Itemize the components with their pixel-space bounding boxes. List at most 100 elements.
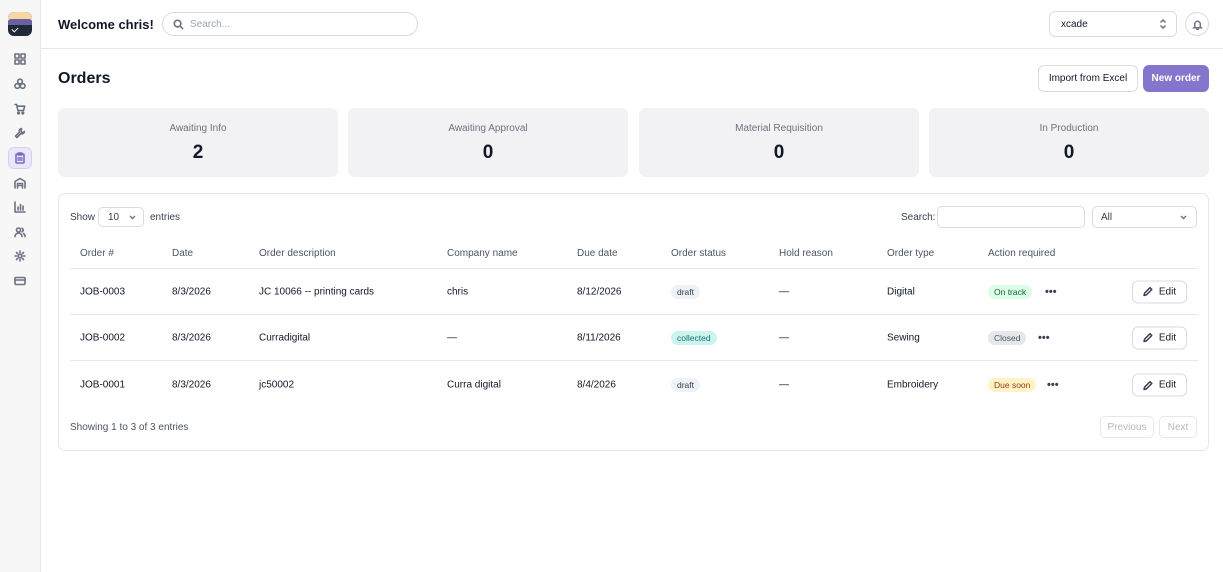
nav-billing[interactable] [8,270,32,292]
pencil-icon [1143,380,1153,390]
pencil-icon [1143,332,1153,343]
cell-order: JOB-0003 [80,286,126,297]
products-icon [14,78,26,90]
stat-label: Material Requisition [735,123,823,134]
stat-label: Awaiting Info [169,123,227,134]
more-actions-icon[interactable]: ••• [1047,379,1059,391]
chevron-down-icon [129,215,136,219]
edit-label: Edit [1158,332,1177,343]
table-row[interactable]: JOB-0001 8/3/2026 jc50002 Curra digital … [70,362,1198,408]
column-header-order-type[interactable]: Order type [887,248,934,259]
table-search-label: Search: [901,212,936,223]
credit-card-icon [14,276,26,286]
global-search-input[interactable] [190,18,410,30]
cell-order: JOB-0001 [80,379,126,391]
column-header-action-required[interactable]: Action required [988,248,1055,259]
stat-value: 0 [1063,142,1075,163]
edit-button[interactable]: Edit [1132,373,1187,397]
pencil-icon [1143,286,1153,297]
cell-order-type: Embroidery [887,379,939,391]
status-badge: collected [671,330,717,345]
more-actions-icon[interactable]: ••• [1045,286,1057,298]
stat-card-awaiting-approval[interactable]: Awaiting Approval 0 [348,108,628,177]
nav-settings[interactable] [8,245,32,267]
column-header-description[interactable]: Order description [259,248,336,259]
cell-hold-reason: — [779,286,789,297]
app-logo[interactable] [8,12,32,36]
status-filter-select[interactable]: All [1092,206,1197,228]
orders-table-panel: Show 10 entries Search: All Order # Date… [58,193,1209,451]
pagination-info: Showing 1 to 3 of 3 entries [70,422,189,433]
action-badge: Due soon [988,378,1037,392]
chevron-down-icon [1180,215,1187,219]
status-filter-value: All [1101,211,1113,223]
cell-due-date: 8/11/2026 [577,332,621,343]
cell-description: jc50002 [259,379,295,391]
cell-company: Curra digital [447,379,501,391]
entries-label: entries [150,212,181,223]
org-select[interactable]: xcade [1049,11,1177,37]
cell-description: JC 10066 -- printing cards [259,286,375,297]
import-excel-button[interactable]: Import from Excel [1038,65,1138,92]
chevron-up-down-icon [1159,19,1167,29]
cell-order-type: Digital [887,286,915,297]
cell-company: chris [447,286,469,297]
column-header-hold-reason[interactable]: Hold reason [779,248,833,259]
edit-label: Edit [1158,286,1177,297]
nav-products[interactable] [8,73,32,95]
entries-select[interactable]: 10 [98,207,144,227]
wrench-icon [14,127,26,139]
stat-card-awaiting-info[interactable]: Awaiting Info 2 [58,108,338,177]
table-search-input[interactable] [937,206,1085,228]
previous-page-button[interactable]: Previous [1100,416,1154,438]
cell-hold-reason: — [779,332,789,343]
cart-icon [14,103,26,115]
edit-label: Edit [1158,379,1177,391]
nav-reports[interactable] [8,196,32,218]
nav-cart[interactable] [8,98,32,120]
cell-date: 8/3/2026 [172,379,211,391]
cell-description: Curradigital [259,332,311,343]
action-badge: Closed [988,330,1027,345]
nav-orders[interactable] [8,147,32,169]
status-badge: draft [671,378,701,392]
action-badge: On track [988,284,1033,299]
show-label: Show [70,212,96,223]
edit-button[interactable]: Edit [1132,326,1187,349]
nav-tools[interactable] [8,122,32,144]
table-row[interactable]: JOB-0002 8/3/2026 Curradigital — 8/11/20… [70,315,1198,361]
users-icon [14,227,26,238]
column-header-date[interactable]: Date [172,248,193,259]
nav-dashboard[interactable] [8,48,32,70]
edit-button[interactable]: Edit [1132,280,1187,303]
column-header-due-date[interactable]: Due date [577,248,618,259]
nav-inventory[interactable] [8,172,32,194]
cell-due-date: 8/12/2026 [577,286,622,297]
stat-card-material-requisition[interactable]: Material Requisition 0 [639,108,919,177]
stat-value: 0 [773,142,785,163]
column-header-status[interactable]: Order status [671,248,726,259]
column-header-order[interactable]: Order # [80,248,114,259]
table-row[interactable]: JOB-0003 8/3/2026 JC 10066 -- printing c… [70,269,1198,315]
stat-label: Awaiting Approval [448,123,528,134]
more-actions-icon[interactable]: ••• [1038,332,1050,344]
new-order-button[interactable]: New order [1143,65,1209,92]
global-search[interactable] [162,12,418,36]
chart-icon [14,201,26,213]
column-header-company[interactable]: Company name [447,248,518,259]
dashboard-icon [14,53,26,65]
nav-users[interactable] [8,221,32,243]
clipboard-icon [15,152,25,164]
stat-card-in-production[interactable]: In Production 0 [929,108,1209,177]
cell-hold-reason: — [779,379,789,391]
cell-date: 8/3/2026 [172,332,211,343]
stat-value: 2 [192,142,204,163]
gear-icon [14,250,26,262]
stat-label: In Production [1039,123,1099,134]
stat-value: 0 [482,142,494,163]
notifications-button[interactable] [1185,12,1209,36]
entries-select-value: 10 [108,211,120,223]
page-title: Orders [58,70,111,87]
top-header: Welcome chris! xcade [41,0,1223,49]
next-page-button[interactable]: Next [1159,416,1197,438]
